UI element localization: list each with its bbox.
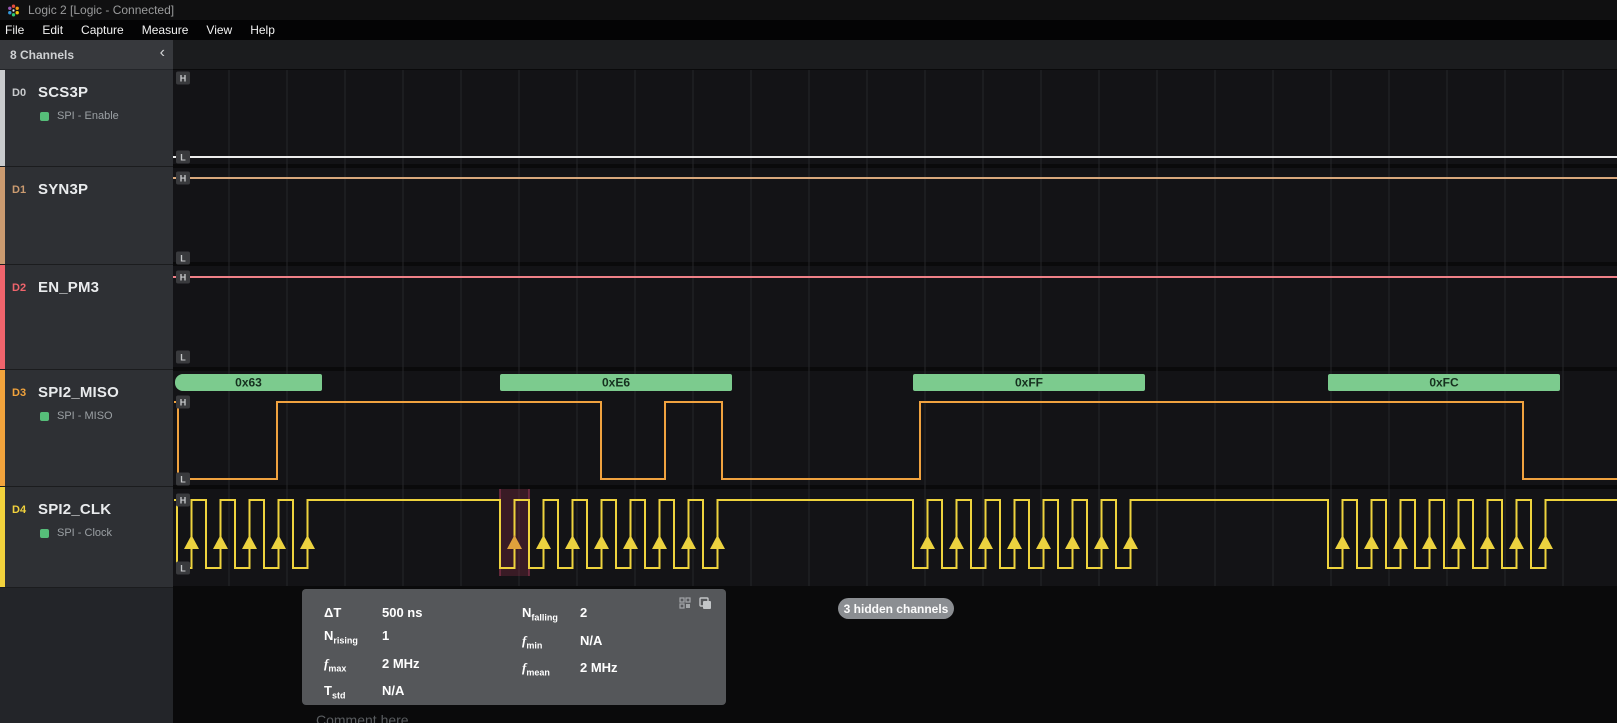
channel-name: SYN3P: [38, 181, 88, 198]
svg-text:H: H: [180, 74, 187, 84]
title-bar: Logic 2 [Logic - Connected]: [0, 0, 1617, 20]
svg-text:0xFF: 0xFF: [1015, 376, 1043, 390]
svg-text:L: L: [180, 475, 186, 485]
analyzer-color-icon: [40, 412, 49, 421]
measurement-panel: ΔT 500 ns Nrising 1 fmax 2 MHz Tstd N/A …: [302, 589, 726, 705]
svg-text:H: H: [180, 273, 187, 283]
analyzer-label: SPI - Enable: [57, 110, 119, 122]
channel-color-stripe: [0, 487, 5, 587]
channel-name: SPI2_CLK: [38, 501, 111, 518]
measurement-row: Tstd N/A: [324, 683, 522, 704]
channel-name: SPI2_MISO: [38, 384, 119, 401]
collapse-sidebar-icon[interactable]: ‹: [160, 44, 165, 62]
menu-item-file[interactable]: File: [0, 21, 33, 39]
channel-item-d0[interactable]: D0 SCS3P SPI - Enable: [0, 70, 173, 167]
svg-text:L: L: [180, 353, 186, 363]
channel-count-label: 8 Channels: [10, 48, 74, 62]
analyzer-color-icon: [40, 112, 49, 121]
measurement-right-column: Nfalling 2 fmin N/A fmean 2 MHz: [522, 605, 618, 704]
channel-name: SCS3P: [38, 84, 88, 101]
analyzer-label: SPI - Clock: [57, 527, 112, 539]
svg-text:L: L: [180, 153, 186, 163]
channel-color-stripe: [0, 167, 5, 264]
channel-item-d3[interactable]: D3 SPI2_MISO SPI - MISO: [0, 370, 173, 487]
channel-id: D4: [12, 504, 26, 516]
channel-id: D1: [12, 184, 26, 196]
channel-item-d4[interactable]: D4 SPI2_CLK SPI - Clock: [0, 487, 173, 588]
hidden-channels-button[interactable]: 3 hidden channels: [838, 598, 954, 619]
menu-item-help[interactable]: Help: [241, 21, 284, 39]
channel-item-d1[interactable]: D1 SYN3P: [0, 167, 173, 265]
timeline-ruler[interactable]: +3 µs+4 µs+5 µs+6 µs+7 µs+8 µs+9 µs42 s …: [173, 40, 1617, 69]
svg-text:0xE6: 0xE6: [602, 376, 630, 390]
menu-item-edit[interactable]: Edit: [33, 21, 72, 39]
measurement-row: Nrising 1: [324, 628, 522, 649]
app-logo-icon: [7, 4, 20, 17]
svg-text:L: L: [180, 254, 186, 264]
measurement-row: fmax 2 MHz: [324, 656, 522, 677]
logic2-window: { "window": { "title": "Logic 2 [Logic -…: [0, 0, 1617, 723]
channel-name: EN_PM3: [38, 279, 99, 296]
analyzer-label: SPI - MISO: [57, 410, 113, 422]
comment-input[interactable]: Comment here: [316, 712, 409, 723]
menu-item-view[interactable]: View: [197, 21, 241, 39]
measurement-row: fmean 2 MHz: [522, 660, 618, 681]
svg-text:H: H: [180, 398, 187, 408]
channel-item-d2[interactable]: D2 EN_PM3: [0, 265, 173, 370]
svg-text:0x63: 0x63: [235, 376, 262, 390]
window-title: Logic 2 [Logic - Connected]: [28, 3, 174, 17]
channel-id: D2: [12, 282, 26, 294]
svg-text:L: L: [180, 564, 186, 574]
measurement-row: ΔT 500 ns: [324, 605, 522, 621]
svg-text:H: H: [180, 174, 187, 184]
analyzer-tag[interactable]: SPI - Clock: [40, 527, 112, 539]
menu-item-measure[interactable]: Measure: [133, 21, 198, 39]
svg-text:H: H: [180, 496, 187, 506]
measurement-row: fmin N/A: [522, 633, 618, 654]
measurement-row: Nfalling 2: [522, 605, 618, 626]
sidebar-header: 8 Channels ‹: [0, 40, 173, 69]
menu-item-capture[interactable]: Capture: [72, 21, 133, 39]
channel-sidebar: 8 Channels ‹ D0 SCS3P SPI - Enable D1 SY…: [0, 40, 173, 723]
channel-color-stripe: [0, 265, 5, 369]
analyzer-color-icon: [40, 529, 49, 538]
menu-bar: FileEditCaptureMeasureViewHelp: [0, 20, 1617, 40]
channel-color-stripe: [0, 70, 5, 166]
channel-id: D3: [12, 387, 26, 399]
channel-id: D0: [12, 87, 26, 99]
analyzer-tag[interactable]: SPI - MISO: [40, 410, 113, 422]
analyzer-tag[interactable]: SPI - Enable: [40, 110, 119, 122]
channel-color-stripe: [0, 370, 5, 486]
svg-text:0xFC: 0xFC: [1429, 376, 1459, 390]
measurement-left-column: ΔT 500 ns Nrising 1 fmax 2 MHz Tstd N/A: [324, 605, 522, 704]
